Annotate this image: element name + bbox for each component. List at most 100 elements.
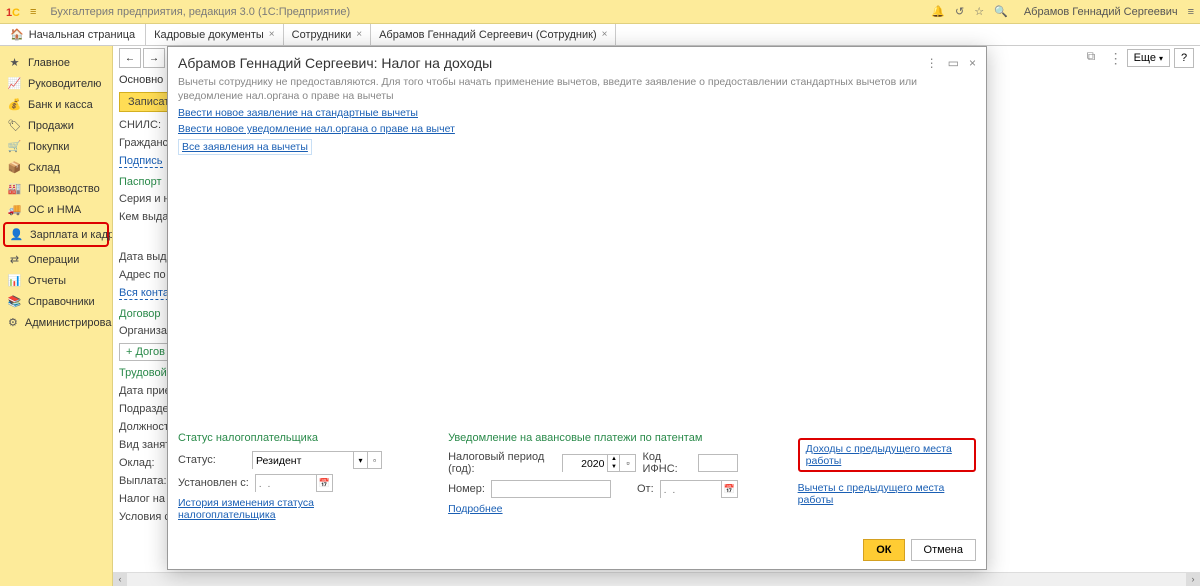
svg-text:C: C [12, 7, 20, 19]
sidebar-item-hr[interactable]: 👤Зарплата и кадры [3, 222, 109, 247]
prev-income-link[interactable]: Доходы с предыдущего места работы [806, 443, 952, 467]
sidebar-item-bank[interactable]: 💰Банк и касса [0, 94, 112, 115]
spin-down-button[interactable]: ▼ [607, 463, 619, 471]
app-logo: 1C [6, 3, 24, 21]
forward-button[interactable]: → [143, 48, 165, 68]
history-icon[interactable]: ↺ [955, 5, 964, 18]
minimize-icon[interactable]: ▭ [948, 56, 959, 70]
income-tax-modal: Абрамов Геннадий Сергеевич: Налог на дох… [167, 46, 987, 570]
form-tab-main[interactable]: Основно [119, 74, 163, 86]
user-name[interactable]: Абрамов Геннадий Сергеевич [1024, 6, 1178, 18]
close-icon[interactable]: × [356, 29, 362, 40]
sidebar-item-refs[interactable]: 📚Справочники [0, 291, 112, 312]
combo-dropdown-button[interactable]: ▾ [353, 452, 367, 468]
more-link[interactable]: Подробнее [448, 503, 502, 515]
ifns-input[interactable] [698, 454, 738, 472]
more-button[interactable]: Еще▾ [1127, 49, 1170, 67]
home-icon: 🏠 [10, 28, 24, 41]
report-icon: 📊 [8, 274, 21, 287]
close-icon[interactable]: × [269, 29, 275, 40]
sidebar-item-manager[interactable]: 📈 Руководителю [0, 73, 112, 94]
add-contract-button[interactable]: Догов [119, 343, 172, 361]
sidebar-item-label: Администрирование [25, 317, 113, 329]
app-title: Бухгалтерия предприятия, редакция 3.0 (1… [50, 6, 350, 18]
calendar-icon[interactable]: 📅 [721, 481, 737, 497]
ok-button[interactable]: ОК [863, 539, 904, 561]
home-tab[interactable]: 🏠 Начальная страница [0, 24, 146, 45]
patent-section-title: Уведомление на авансовые платежи по пате… [448, 432, 738, 444]
status-input[interactable] [253, 452, 353, 470]
sidebar-item-main[interactable]: ★Главное [0, 52, 112, 73]
chart-icon: 📈 [8, 77, 21, 90]
calendar-icon[interactable]: 📅 [316, 475, 332, 491]
scroll-left-button[interactable]: ‹ [113, 573, 127, 586]
link-new-notice[interactable]: Ввести новое уведомление нал.органа о пр… [178, 123, 455, 135]
sidebar-item-reports[interactable]: 📊 Отчеты [0, 270, 112, 291]
tab-label: Кадровые документы [154, 29, 264, 41]
cancel-button[interactable]: Отмена [911, 539, 976, 561]
status-section-title: Статус налогоплательщика [178, 432, 388, 444]
tab-employees[interactable]: Сотрудники × [284, 24, 371, 45]
link-all-deductions[interactable]: Все заявления на вычеты [178, 139, 312, 155]
sidebar-item-assets[interactable]: 🚚ОС и НМА [0, 199, 112, 220]
back-button[interactable]: ← [119, 48, 141, 68]
year-input[interactable] [563, 455, 607, 473]
from-label: От: [637, 483, 654, 495]
year-spinner[interactable]: ▲ ▼ ▫ [562, 454, 636, 472]
from-date[interactable]: 📅 [660, 480, 738, 498]
kebab-icon[interactable]: ⋮ [1109, 50, 1123, 67]
bell-icon[interactable]: 🔔 [931, 5, 945, 18]
tabstrip: 🏠 Начальная страница Кадровые документы … [0, 24, 1200, 46]
close-icon[interactable]: × [969, 56, 976, 70]
sidebar-item-label: Склад [28, 162, 60, 174]
horizontal-scrollbar[interactable]: ‹ › [113, 572, 1200, 586]
search-icon[interactable]: 🔍 [994, 5, 1008, 18]
set-from-input[interactable] [256, 475, 316, 493]
tab-hr-docs[interactable]: Кадровые документы × [146, 24, 284, 45]
sidebar-item-production[interactable]: 🏭Производство [0, 178, 112, 199]
signature-link[interactable]: Подпись [119, 155, 163, 168]
sidebar: ★Главное 📈 Руководителю 💰Банк и касса 🏷 Пр… [0, 46, 113, 586]
number-input[interactable] [491, 480, 611, 498]
chevron-down-icon: ▾ [1159, 54, 1163, 63]
home-tab-label: Начальная страница [29, 29, 135, 41]
tag-icon: 🏷 [8, 119, 21, 132]
sidebar-item-admin[interactable]: ⚙Администрирование [0, 312, 112, 333]
tab-label: Сотрудники [292, 29, 352, 41]
close-icon[interactable]: × [602, 29, 608, 40]
all-contacts-link[interactable]: Вся контак [119, 287, 174, 300]
combo-open-button[interactable]: ▫ [367, 452, 381, 468]
titlebar: 1C ≡ Бухгалтерия предприятия, редакция 3… [0, 0, 1200, 24]
factory-icon: 🏭 [8, 182, 21, 195]
scroll-right-button[interactable]: › [1186, 573, 1200, 586]
truck-icon: 🚚 [8, 203, 21, 216]
status-history-link[interactable]: История изменения статуса налогоплательщ… [178, 497, 388, 521]
user-menu-icon[interactable]: ≡ [1188, 6, 1194, 18]
help-button[interactable]: ? [1174, 48, 1194, 68]
sidebar-item-warehouse[interactable]: 📦 Склад [0, 157, 112, 178]
link-new-std-deduction[interactable]: Ввести новое заявление на стандартные вы… [178, 107, 418, 119]
status-combo[interactable]: ▾ ▫ [252, 451, 382, 469]
popout-icon[interactable]: ⧉ [1087, 49, 1105, 67]
set-from-date[interactable]: 📅 [255, 474, 333, 492]
sidebar-item-purchases[interactable]: 🛒Покупки [0, 136, 112, 157]
spin-up-button[interactable]: ▲ [607, 455, 619, 463]
from-date-input[interactable] [661, 481, 721, 499]
sidebar-item-label: Руководителю [28, 78, 101, 90]
number-label: Номер: [448, 483, 485, 495]
tab-label: Абрамов Геннадий Сергеевич (Сотрудник) [379, 29, 597, 41]
tab-employee-card[interactable]: Абрамов Геннадий Сергеевич (Сотрудник) × [371, 24, 616, 45]
ifns-label: Код ИФНС: [642, 451, 691, 475]
sidebar-item-label: Продажи [28, 120, 74, 132]
sidebar-item-sales[interactable]: 🏷 Продажи [0, 115, 112, 136]
sidebar-item-operations[interactable]: ⇄Операции [0, 249, 112, 270]
sidebar-item-label: Банк и касса [28, 99, 93, 111]
menu-icon[interactable]: ≡ [30, 6, 36, 18]
star-icon[interactable]: ☆ [974, 5, 984, 18]
kebab-icon[interactable]: ⋮ [926, 56, 938, 70]
calendar-icon[interactable]: ▫ [619, 455, 635, 471]
box-icon: 📦 [8, 161, 21, 174]
sidebar-item-label: Справочники [28, 296, 95, 308]
sidebar-item-label: Отчеты [28, 275, 66, 287]
prev-deductions-link[interactable]: Вычеты с предыдущего места работы [798, 482, 976, 506]
